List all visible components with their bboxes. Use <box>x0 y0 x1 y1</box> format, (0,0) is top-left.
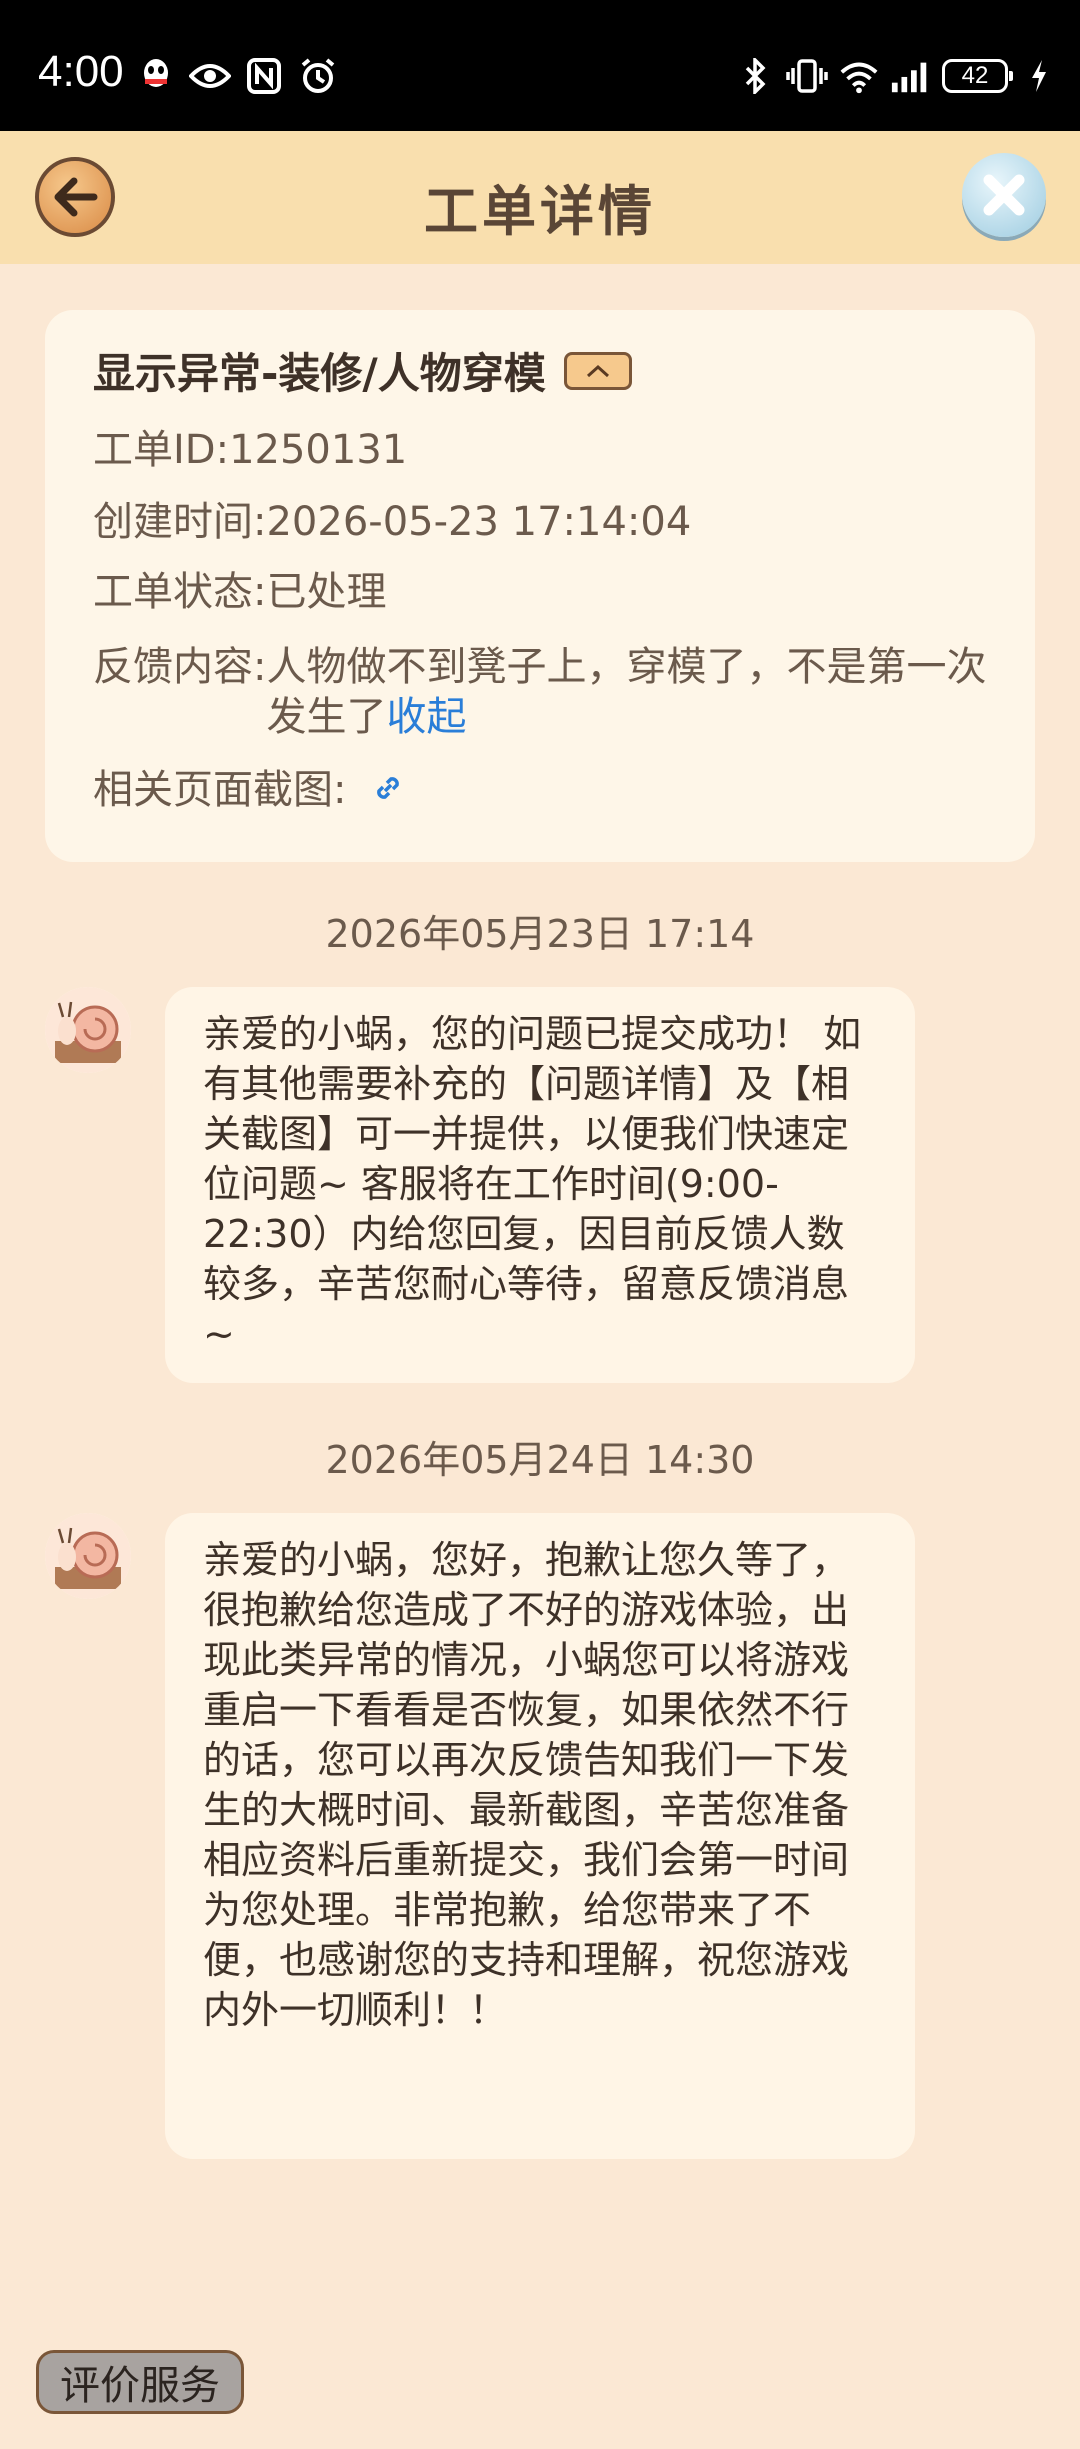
rate-service-button[interactable]: 评价服务 <box>36 2350 244 2414</box>
ticket-id-value: 1250131 <box>229 427 408 473</box>
status-right-icons: 42 <box>734 56 1060 96</box>
close-button[interactable] <box>962 153 1046 237</box>
feedback-row: 反馈内容: 人物做不到凳子上，穿模了，不是第一次发生了收起 <box>93 642 993 742</box>
avatar <box>45 1513 131 1599</box>
status-bar: 4:00 42 <box>0 0 1080 131</box>
ticket-status-value: 已处理 <box>266 569 387 615</box>
close-icon <box>983 174 1025 216</box>
wifi-icon <box>838 56 880 96</box>
qq-icon <box>135 56 177 96</box>
alarm-icon <box>297 56 339 96</box>
ticket-status-row: 工单状态: 已处理 <box>93 567 386 617</box>
message-bubble: 亲爱的小蜗，您的问题已提交成功！ 如有其他需要补充的【问题详情】及【相关截图】可… <box>165 987 915 1383</box>
message-bubble: 亲爱的小蜗，您好，抱歉让您久等了， 很抱歉给您造成了不好的游戏体验，出现此类异常… <box>165 1513 915 2159</box>
vibrate-icon <box>786 56 828 96</box>
avatar <box>45 987 131 1073</box>
feedback-content: 人物做不到凳子上，穿模了，不是第一次发生了收起 <box>266 642 993 742</box>
ticket-id-row: 工单ID: 1250131 <box>93 425 407 475</box>
snail-avatar-icon <box>45 1513 131 1599</box>
message-timestamp: 2026年05月24日 14:30 <box>325 1438 755 1482</box>
feedback-text: 人物做不到凳子上，穿模了，不是第一次发生了 <box>266 644 987 740</box>
screenshot-label: 相关页面截图: <box>93 767 347 813</box>
header-bar: 工单详情 <box>0 131 1080 264</box>
nfc-icon <box>243 56 285 96</box>
ticket-card: 显示异常-装修/人物穿模 工单ID: 1250131 创建时间: 2026-05… <box>45 310 1035 862</box>
signal-icon <box>890 56 932 96</box>
battery-icon: 42 <box>942 59 1013 93</box>
feedback-label: 反馈内容: <box>93 644 267 690</box>
ticket-title: 显示异常-装修/人物穿模 <box>93 349 546 398</box>
link-icon[interactable] <box>371 767 405 817</box>
charging-icon <box>1018 56 1060 96</box>
collapse-link[interactable]: 收起 <box>386 694 466 740</box>
ticket-id-label: 工单ID: <box>93 427 230 473</box>
created-time-row: 创建时间: 2026-05-23 17:14:04 <box>93 497 691 547</box>
status-time: 4:00 <box>38 47 124 96</box>
snail-avatar-icon <box>45 987 131 1073</box>
screenshot-row: 相关页面截图: <box>93 765 405 817</box>
created-time-value: 2026-05-23 17:14:04 <box>266 499 692 545</box>
chevron-up-icon <box>586 364 609 377</box>
created-time-label: 创建时间: <box>93 499 267 545</box>
ticket-title-row: 显示异常-装修/人物穿模 <box>93 340 632 401</box>
message-timestamp: 2026年05月23日 17:14 <box>325 912 755 956</box>
bluetooth-icon <box>734 56 776 96</box>
collapse-button[interactable] <box>563 351 632 390</box>
eye-icon <box>189 56 231 96</box>
status-left-icons <box>135 56 339 96</box>
page-title: 工单详情 <box>424 180 656 243</box>
ticket-status-label: 工单状态: <box>93 569 267 615</box>
